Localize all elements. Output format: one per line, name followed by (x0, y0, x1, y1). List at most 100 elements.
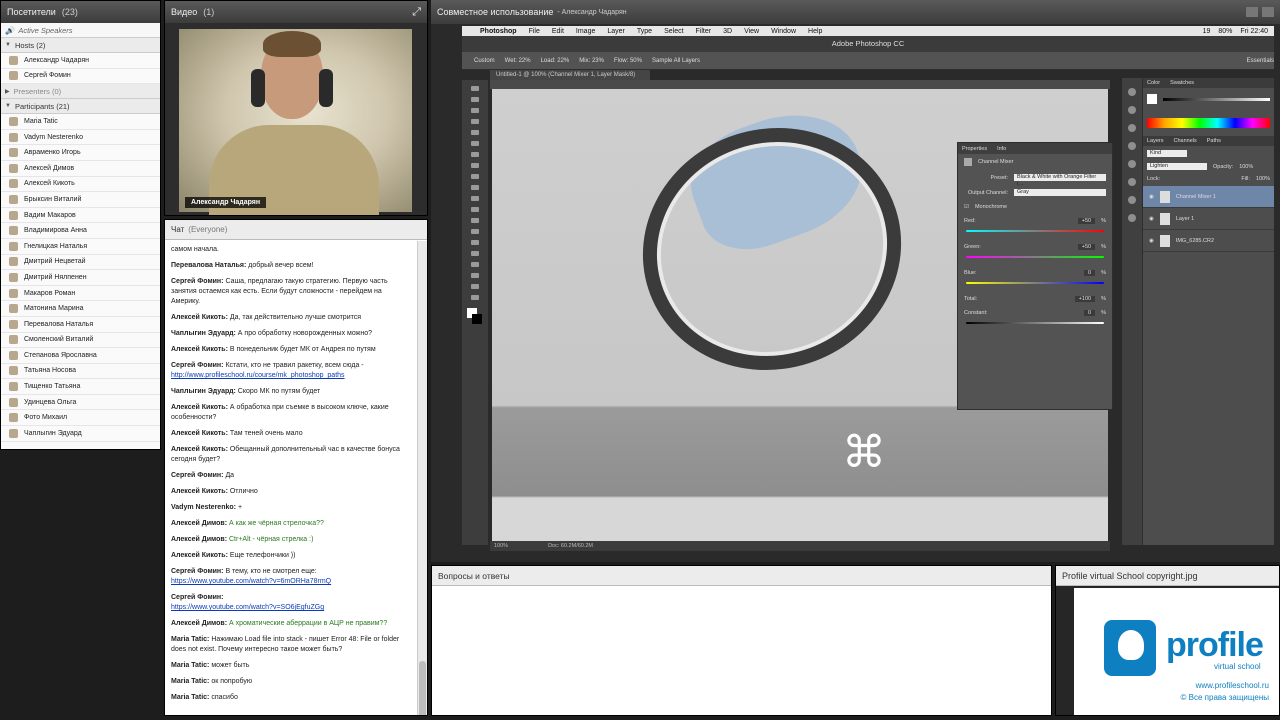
mac-menu-item[interactable]: Filter (696, 28, 712, 35)
hand-tool-icon[interactable] (471, 284, 479, 289)
color-tab[interactable]: Color (1147, 80, 1160, 86)
opacity-value[interactable]: 100% (1239, 164, 1253, 170)
layer-row[interactable]: ◉ Channel Mixer 1 (1143, 186, 1274, 208)
eyedropper-tool-icon[interactable] (471, 141, 479, 146)
dodge-tool-icon[interactable] (471, 229, 479, 234)
mac-menu-item[interactable]: Select (664, 28, 683, 35)
attendee-row[interactable]: Степанова Ярославна (1, 348, 160, 364)
chat-audience[interactable]: (Everyone) (188, 225, 227, 234)
eye-icon[interactable]: ◉ (1149, 238, 1154, 244)
maximize-icon[interactable] (1262, 7, 1274, 17)
attendee-row[interactable]: Вадим Макаров (1, 208, 160, 224)
channel-value[interactable]: +50 (1077, 244, 1096, 250)
option-item[interactable]: Flow: 50% (614, 58, 642, 64)
attendee-row[interactable]: Дмитрий Нецветай (1, 255, 160, 271)
adjustments-panel-icon[interactable] (1128, 142, 1136, 150)
channel-slider[interactable] (966, 256, 1104, 258)
layer-row[interactable]: ◉ Layer 1 (1143, 208, 1274, 230)
attendee-row[interactable]: Смоленский Виталий (1, 333, 160, 349)
attendee-row[interactable]: Макаров Роман (1, 286, 160, 302)
healing-tool-icon[interactable] (471, 152, 479, 157)
attendee-row[interactable]: Алексей Кикоть (1, 177, 160, 193)
attendee-row[interactable]: Владимирова Анна (1, 223, 160, 239)
layers-tab[interactable]: Layers (1147, 138, 1164, 144)
option-item[interactable]: Essentials (1247, 58, 1274, 64)
fg-swatch-icon[interactable] (1147, 94, 1157, 104)
attendee-row[interactable]: Фото Михаил (1, 410, 160, 427)
marquee-tool-icon[interactable] (471, 97, 479, 102)
styles-panel-icon[interactable] (1128, 160, 1136, 168)
zoom-tool-icon[interactable] (471, 295, 479, 300)
type-tool-icon[interactable] (471, 251, 479, 256)
chat-scrollbar[interactable] (417, 241, 427, 715)
status-zoom[interactable]: 100% (494, 541, 508, 551)
mac-menu-item[interactable]: Type (637, 28, 652, 35)
option-item[interactable]: Mix: 23% (579, 58, 604, 64)
attendee-row[interactable]: Перевалова Наталья (1, 317, 160, 333)
attendee-row[interactable]: Матонина Марина (1, 301, 160, 317)
mac-menu-item[interactable]: 3D (723, 28, 732, 35)
mac-menu-item[interactable]: Photoshop (480, 28, 517, 35)
option-item[interactable]: Sample All Layers (652, 58, 700, 64)
preset-select[interactable]: Black & White with Orange Filter (... (1014, 174, 1106, 187)
minimize-icon[interactable] (1246, 7, 1258, 17)
chat-link[interactable]: https://www.youtube.com/watch?v=6mORHa78… (171, 578, 331, 585)
layers-tab[interactable]: Channels (1174, 138, 1197, 144)
participants-group[interactable]: ▼ Participants (21) (1, 99, 160, 115)
attendee-row[interactable]: Maria Tatic (1, 114, 160, 130)
crop-tool-icon[interactable] (471, 130, 479, 135)
lasso-tool-icon[interactable] (471, 108, 479, 113)
mac-menu-item[interactable]: View (744, 28, 759, 35)
history-brush-icon[interactable] (471, 185, 479, 190)
option-item[interactable]: Custom (474, 58, 495, 64)
channel-value[interactable]: 0 (1084, 270, 1096, 276)
quick-select-tool-icon[interactable] (471, 119, 479, 124)
history-panel-icon[interactable] (1128, 88, 1136, 96)
pen-tool-icon[interactable] (471, 240, 479, 245)
channel-slider[interactable] (966, 282, 1104, 284)
attendee-row[interactable]: Чаплыгин Эдуард (1, 426, 160, 442)
channel-value[interactable]: 0 (1084, 310, 1096, 316)
attendee-row[interactable]: Сергей Фомин (1, 69, 160, 85)
layers-tab[interactable]: Paths (1207, 138, 1221, 144)
attendee-row[interactable]: Vadym Nesterenko (1, 130, 160, 146)
blur-tool-icon[interactable] (471, 218, 479, 223)
properties-tab[interactable]: Info (997, 146, 1006, 152)
channel-slider[interactable] (966, 322, 1104, 324)
actions-panel-icon[interactable] (1128, 124, 1136, 132)
chat-link[interactable]: https://www.youtube.com/watch?v=SO6jEgfu… (171, 604, 324, 611)
blend-mode-select[interactable]: Lighten (1147, 163, 1207, 170)
eraser-tool-icon[interactable] (471, 196, 479, 201)
document-tab[interactable]: Untitled-1 @ 100% (Channel Mixer 1, Laye… (490, 70, 650, 80)
mac-menu-item[interactable]: Layer (607, 28, 625, 35)
attendee-row[interactable]: Александр Чадарян (1, 53, 160, 69)
properties-tab[interactable]: Properties (962, 146, 987, 152)
mac-menu-item[interactable]: File (529, 28, 540, 35)
gradient-tool-icon[interactable] (471, 207, 479, 212)
character-panel-icon[interactable] (1128, 178, 1136, 186)
attendee-row[interactable]: Гнелицкая Наталья (1, 239, 160, 255)
option-item[interactable]: Wet: 22% (505, 58, 531, 64)
eye-icon[interactable]: ◉ (1149, 216, 1154, 222)
active-speakers-row[interactable]: 🔊 Active Speakers (1, 23, 160, 38)
brush-tool-icon[interactable] (471, 163, 479, 168)
attendee-row[interactable]: Брыксин Виталий (1, 192, 160, 208)
mac-menu-item[interactable]: Help (808, 28, 822, 35)
color-tab[interactable]: Swatches (1170, 80, 1194, 86)
channel-value[interactable]: +100 (1074, 296, 1096, 302)
channel-slider[interactable] (966, 230, 1104, 232)
mac-menu-item[interactable]: Edit (552, 28, 564, 35)
fill-value[interactable]: 100% (1256, 176, 1270, 182)
shape-tool-icon[interactable] (471, 273, 479, 278)
option-item[interactable]: Load: 22% (541, 58, 570, 64)
color-spectrum[interactable] (1147, 118, 1270, 128)
layer-row[interactable]: ◉ IMG_6285.CR2 (1143, 230, 1274, 252)
checkbox-icon[interactable]: ☑ (964, 204, 969, 210)
channel-value[interactable]: +50 (1077, 218, 1096, 224)
mac-menu-item[interactable]: Image (576, 28, 595, 35)
stamp-tool-icon[interactable] (471, 174, 479, 179)
mac-menu-item[interactable]: Window (771, 28, 796, 35)
attendee-row[interactable]: Удинцева Ольга (1, 395, 160, 411)
chat-link[interactable]: http://www.profileschool.ru/course/mk_ph… (171, 372, 345, 379)
presenters-group[interactable]: ▶ Presenters (0) (1, 84, 160, 100)
